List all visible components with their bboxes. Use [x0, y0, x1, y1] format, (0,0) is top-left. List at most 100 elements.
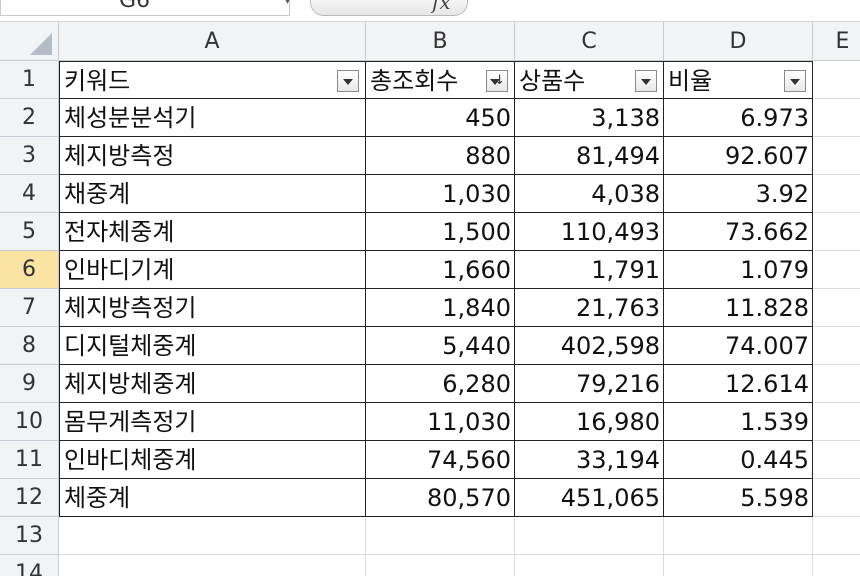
cell-keyword[interactable]: 채중계: [59, 175, 366, 213]
cell-ratio[interactable]: 0.445: [664, 441, 813, 479]
cell[interactable]: [813, 555, 860, 576]
cell-ratio[interactable]: 5.598: [664, 479, 813, 517]
cell-keyword[interactable]: 디지털체중계: [59, 327, 366, 365]
row-header-3[interactable]: 3: [0, 137, 59, 175]
cell-ratio[interactable]: 1.539: [664, 403, 813, 441]
cell[interactable]: [813, 289, 860, 327]
column-header-b[interactable]: B: [366, 22, 515, 61]
cell-product-count[interactable]: 16,980: [515, 403, 664, 441]
row-header-2[interactable]: 2: [0, 99, 59, 137]
row-header-6[interactable]: 6: [0, 251, 59, 289]
cell-product-count[interactable]: 451,065: [515, 479, 664, 517]
cell[interactable]: [813, 441, 860, 479]
select-all-triangle-icon: [30, 33, 52, 55]
row-header-13[interactable]: 13: [0, 517, 59, 555]
row-header-4[interactable]: 4: [0, 175, 59, 213]
cell-keyword[interactable]: 체성분분석기: [59, 99, 366, 137]
cell[interactable]: [366, 555, 515, 576]
cell-total-views[interactable]: 74,560: [366, 441, 515, 479]
cell-total-views[interactable]: 450: [366, 99, 515, 137]
cell-product-count[interactable]: 3,138: [515, 99, 664, 137]
cell-total-views[interactable]: 1,030: [366, 175, 515, 213]
cell-total-views[interactable]: 880: [366, 137, 515, 175]
sort-filter-icon[interactable]: ↓: [486, 70, 508, 92]
cell-ratio[interactable]: 3.92: [664, 175, 813, 213]
cell-total-views[interactable]: 5,440: [366, 327, 515, 365]
fx-icon[interactable]: fx: [432, 0, 451, 14]
cell[interactable]: [813, 61, 860, 99]
cell-total-views[interactable]: 80,570: [366, 479, 515, 517]
cell-ratio[interactable]: 11.828: [664, 289, 813, 327]
cell-product-count[interactable]: 110,493: [515, 213, 664, 251]
filter-dropdown-icon[interactable]: [337, 70, 359, 92]
filter-dropdown-icon[interactable]: [784, 70, 806, 92]
cell[interactable]: [813, 251, 860, 289]
select-all-button[interactable]: [0, 22, 59, 61]
chevron-down-icon: [790, 79, 800, 85]
column-header-a[interactable]: A: [59, 22, 366, 61]
cell-ratio[interactable]: 1.079: [664, 251, 813, 289]
cell[interactable]: [813, 137, 860, 175]
cell-ratio[interactable]: 6.973: [664, 99, 813, 137]
cell-product-count[interactable]: 81,494: [515, 137, 664, 175]
cell-product-count[interactable]: 1,791: [515, 251, 664, 289]
row-header-1[interactable]: 1: [0, 61, 59, 99]
cell-ratio[interactable]: 74.007: [664, 327, 813, 365]
row-header-10[interactable]: 10: [0, 403, 59, 441]
cell-product-count[interactable]: 402,598: [515, 327, 664, 365]
row-header-8[interactable]: 8: [0, 327, 59, 365]
cell-keyword[interactable]: 체지방체중계: [59, 365, 366, 403]
row-header-14[interactable]: 14: [0, 555, 59, 576]
cell-product-count[interactable]: 79,216: [515, 365, 664, 403]
row-header-7[interactable]: 7: [0, 289, 59, 327]
cell[interactable]: [813, 403, 860, 441]
chevron-down-icon[interactable]: ▾: [284, 0, 291, 14]
cell-product-count[interactable]: 4,038: [515, 175, 664, 213]
cell-keyword[interactable]: 체중계: [59, 479, 366, 517]
header-cell-keyword[interactable]: 키워드: [59, 61, 366, 99]
row-header-9[interactable]: 9: [0, 365, 59, 403]
cell-product-count[interactable]: 21,763: [515, 289, 664, 327]
cell[interactable]: [813, 517, 860, 555]
cell-ratio[interactable]: 92.607: [664, 137, 813, 175]
cell-product-count[interactable]: 33,194: [515, 441, 664, 479]
cell[interactable]: [813, 327, 860, 365]
cell-total-views[interactable]: 1,500: [366, 213, 515, 251]
cell[interactable]: [366, 517, 515, 555]
cell[interactable]: [515, 517, 664, 555]
cell[interactable]: [813, 365, 860, 403]
row-header-11[interactable]: 11: [0, 441, 59, 479]
cell-ratio[interactable]: 12.614: [664, 365, 813, 403]
filter-dropdown-icon[interactable]: [635, 70, 657, 92]
cell-total-views[interactable]: 1,660: [366, 251, 515, 289]
cell-keyword[interactable]: 체지방측정기: [59, 289, 366, 327]
column-header-c[interactable]: C: [515, 22, 664, 61]
column-header-e[interactable]: E: [813, 22, 860, 61]
cell-ratio[interactable]: 73.662: [664, 213, 813, 251]
cell[interactable]: [813, 99, 860, 137]
cell-keyword[interactable]: 인바디기계: [59, 251, 366, 289]
name-box[interactable]: G6: [0, 0, 290, 16]
cell[interactable]: [515, 555, 664, 576]
chevron-down-icon: [343, 79, 353, 85]
sort-ascending-icon: ↓: [494, 73, 505, 88]
cell-keyword[interactable]: 몸무게측정기: [59, 403, 366, 441]
row-header-5[interactable]: 5: [0, 213, 59, 251]
cell[interactable]: [813, 175, 860, 213]
row-header-12[interactable]: 12: [0, 479, 59, 517]
cell-keyword[interactable]: 전자체중계: [59, 213, 366, 251]
cell[interactable]: [813, 479, 860, 517]
cell-keyword[interactable]: 체지방측정: [59, 137, 366, 175]
cell[interactable]: [813, 213, 860, 251]
cell-keyword[interactable]: 인바디체중계: [59, 441, 366, 479]
cell[interactable]: [59, 555, 366, 576]
cell-total-views[interactable]: 11,030: [366, 403, 515, 441]
column-header-d[interactable]: D: [664, 22, 813, 61]
cell-total-views[interactable]: 1,840: [366, 289, 515, 327]
chevron-down-icon: [641, 79, 651, 85]
formula-bar: G6 ▾ fx: [0, 0, 860, 22]
cell[interactable]: [664, 555, 813, 576]
cell-total-views[interactable]: 6,280: [366, 365, 515, 403]
cell[interactable]: [59, 517, 366, 555]
cell[interactable]: [664, 517, 813, 555]
